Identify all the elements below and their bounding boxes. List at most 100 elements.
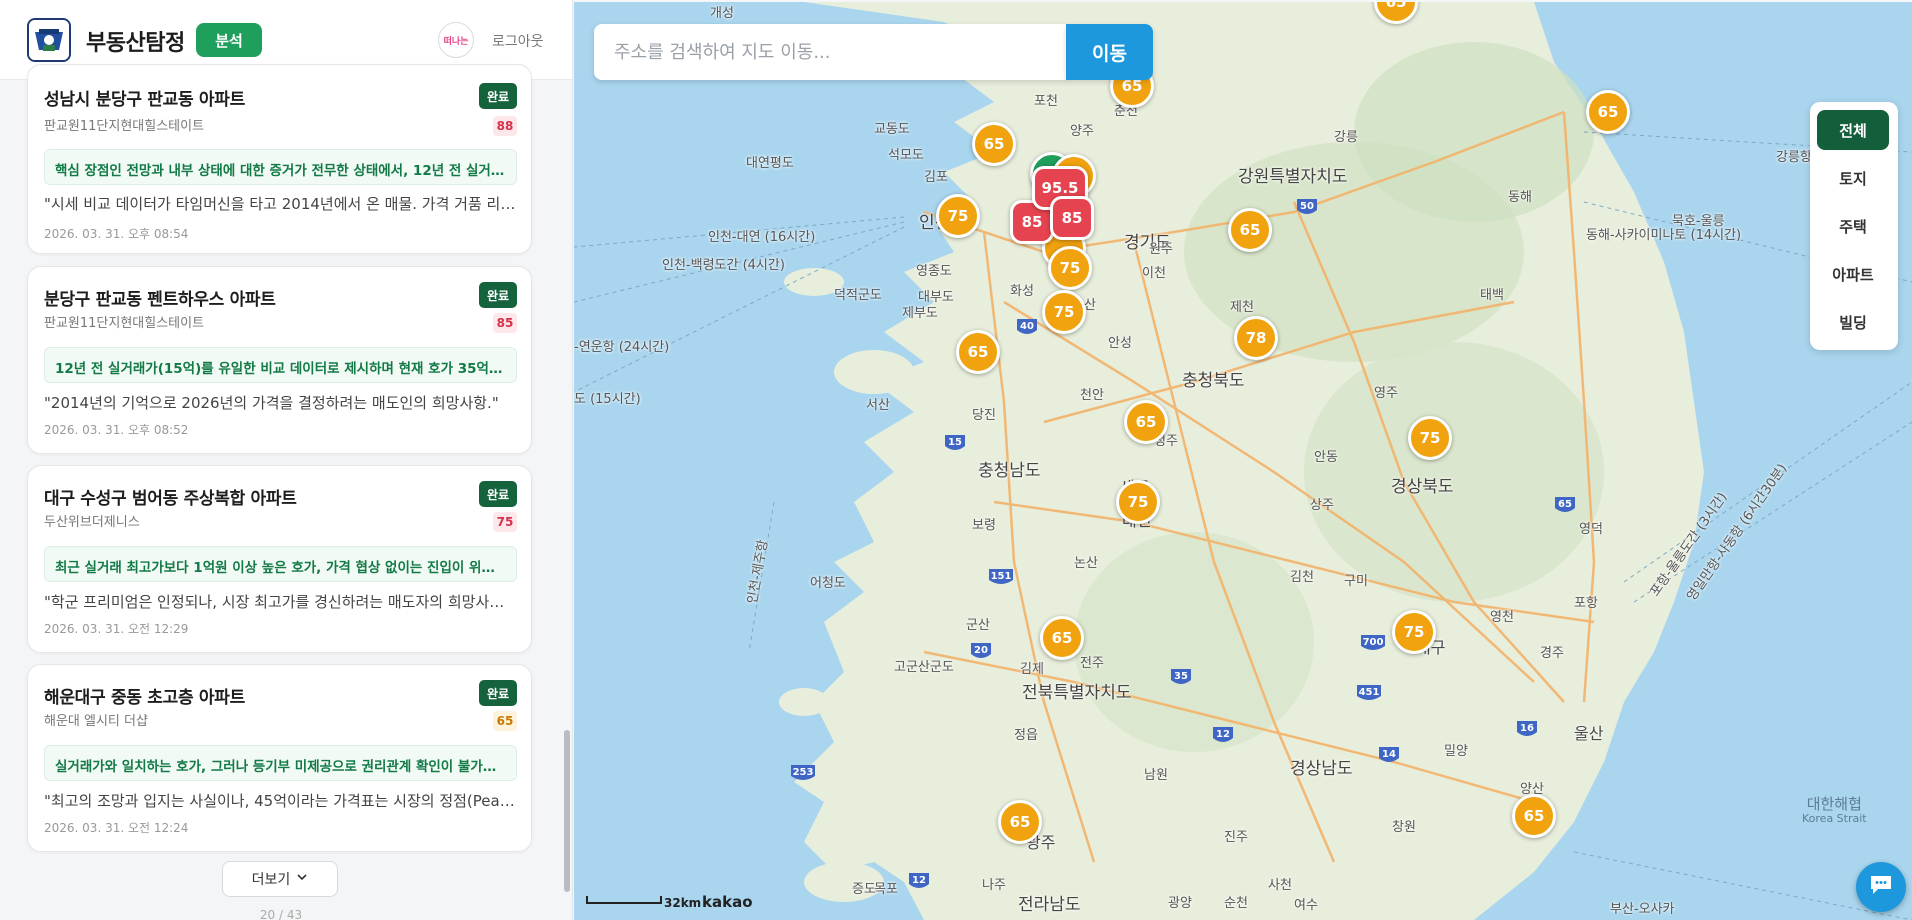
highway-shield: 20: [970, 642, 992, 666]
highway-shield: 50: [1296, 198, 1318, 222]
highway-number: 40: [1020, 321, 1034, 332]
city-label: 나주: [982, 878, 1006, 893]
highway-number: 15: [948, 437, 962, 448]
city-label: 울산: [1574, 724, 1604, 743]
card-title: 분당구 판교동 펜트하우스 아파트: [44, 290, 276, 310]
city-label: 화성: [1010, 284, 1034, 299]
island-label: 석모도: [888, 148, 924, 163]
report-card[interactable]: 성남시 분당구 판교동 아파트 판교원11단지현대힐스테이트 완료 88 핵심 …: [27, 64, 532, 254]
highway-number: 16: [1520, 723, 1534, 734]
map-land: [574, 2, 1912, 920]
filter-all[interactable]: 전체: [1817, 110, 1889, 150]
avatar[interactable]: 떠나는: [438, 22, 474, 58]
region-label: 전북특별자치도: [1022, 683, 1132, 703]
city-label: 강릉: [1334, 130, 1358, 145]
logo[interactable]: [27, 18, 71, 62]
score-marker[interactable]: 78: [1234, 316, 1278, 360]
map-scale-bar: [586, 896, 662, 904]
island-label: 대연평도: [746, 156, 794, 171]
scrollbar-thumb[interactable]: [564, 730, 570, 892]
card-subtitle: 해운대 엘시티 더샵: [44, 714, 148, 729]
move-button[interactable]: 이동: [1066, 24, 1153, 80]
city-label: 원주: [1149, 242, 1173, 257]
route-label: -연운항 (24시간): [574, 340, 670, 355]
brand-title: 부동산탐정: [86, 31, 185, 56]
score-marker[interactable]: 65: [1586, 90, 1630, 134]
logout-link[interactable]: 로그아웃: [492, 31, 544, 51]
address-search-input[interactable]: [594, 24, 1067, 80]
city-label: 영덕: [1579, 522, 1603, 537]
city-label: 영천: [1490, 610, 1514, 625]
highway-number: 14: [1382, 749, 1396, 760]
map-scale-label: 32km: [664, 896, 702, 910]
highway-number: 700: [1362, 637, 1384, 648]
city-label: 상주: [1310, 498, 1334, 513]
card-date: 2026. 03. 31. 오전 12:24: [44, 821, 189, 835]
city-label: 포천: [1034, 94, 1058, 109]
highway-number: 65: [1558, 499, 1572, 510]
city-label: 순천: [1224, 896, 1248, 911]
report-card[interactable]: 분당구 판교동 펜트하우스 아파트 판교원11단지현대힐스테이트 완료 85 1…: [27, 266, 532, 454]
route-label: 부산-오사카: [1610, 902, 1675, 917]
score-marker[interactable]: 75: [1042, 290, 1086, 334]
report-card[interactable]: 대구 수성구 범어동 주상복합 아파트 두산위브더제니스 완료 75 최근 실거…: [27, 465, 532, 653]
card-date: 2026. 03. 31. 오후 08:54: [44, 227, 189, 241]
sidebar: 부동산탐정 분석 떠나는 로그아웃 성남시 분당구 판교동 아파트 판교원11단…: [0, 0, 573, 920]
filter-house[interactable]: 주택: [1817, 206, 1889, 246]
avatar-text: 떠나는: [443, 36, 469, 47]
highway-shield: 253: [790, 764, 816, 788]
score-marker[interactable]: 65: [1512, 794, 1556, 838]
card-quote: "학군 프리미엄은 인정되나, 시장 최고가를 경신하려는 매도자의 희망사항이…: [44, 593, 517, 611]
region-label: 충청남도: [978, 461, 1041, 481]
city-label: 영주: [1374, 386, 1398, 401]
score-marker[interactable]: 75: [1408, 416, 1452, 460]
city-label: 제천: [1230, 300, 1254, 315]
load-more-button[interactable]: 더보기: [222, 861, 338, 897]
card-subtitle: 판교원11단지현대힐스테이트: [44, 119, 205, 134]
score-marker[interactable]: 65: [972, 122, 1016, 166]
load-more-label: 더보기: [251, 872, 291, 888]
city-label: 김천: [1290, 570, 1314, 585]
score-marker[interactable]: 65: [1124, 400, 1168, 444]
score-marker[interactable]: 85: [1050, 196, 1094, 240]
city-label: 이천: [1142, 266, 1166, 281]
highway-shield: 65: [1554, 496, 1576, 520]
status-badge: 완료: [479, 680, 517, 706]
score-marker[interactable]: 75: [1116, 480, 1160, 524]
score-marker[interactable]: 65: [956, 330, 1000, 374]
highway-number: 451: [1358, 687, 1380, 698]
score-marker[interactable]: 65: [998, 800, 1042, 844]
filter-land[interactable]: 토지: [1817, 158, 1889, 198]
city-label: 양주: [1070, 124, 1094, 139]
filter-building[interactable]: 빌딩: [1817, 302, 1889, 342]
region-label: 경상남도: [1290, 759, 1353, 779]
city-label: 밀양: [1444, 744, 1468, 759]
report-card[interactable]: 해운대구 중동 초고층 아파트 해운대 엘시티 더샵 완료 65 실거래가와 일…: [27, 664, 532, 852]
property-type-filter: 전체 토지 주택 아파트 빌딩: [1810, 102, 1898, 350]
chevron-down-icon: [296, 871, 308, 887]
city-label: 정읍: [1014, 728, 1038, 743]
filter-apartment[interactable]: 아파트: [1817, 254, 1889, 294]
city-label: 안동: [1314, 450, 1338, 465]
city-label: 전주: [1080, 656, 1104, 671]
score-marker[interactable]: 75: [1392, 610, 1436, 654]
highway-shield: 700: [1360, 634, 1386, 658]
score-marker[interactable]: 65: [1040, 616, 1084, 660]
city-label: 진주: [1224, 830, 1248, 845]
analysis-badge[interactable]: 분석: [196, 23, 262, 57]
score-marker[interactable]: 75: [1048, 246, 1092, 290]
score-marker[interactable]: 75: [936, 194, 980, 238]
result-count: 20 / 43: [259, 908, 303, 920]
score-badge: 65: [493, 711, 517, 731]
card-title: 성남시 분당구 판교동 아파트: [44, 90, 245, 110]
island-label: 덕적군도: [834, 288, 882, 303]
card-title: 대구 수성구 범어동 주상복합 아파트: [44, 489, 297, 509]
city-label: 안성: [1108, 336, 1132, 351]
highway-number: 253: [792, 767, 814, 778]
map-view[interactable]: 강원특별자치도 경기도 인천 충청북도 충청남도 경상북도 전북특별자치도 경상…: [574, 2, 1912, 920]
score-marker[interactable]: 65: [1228, 208, 1272, 252]
chat-button[interactable]: [1856, 862, 1906, 912]
highway-number: 12: [912, 875, 926, 886]
city-label: 논산: [1074, 556, 1098, 571]
card-highlight: 실거래가와 일치하는 호가, 그러나 등기부 미제공으로 권리관계 확인이 불가…: [44, 745, 517, 781]
